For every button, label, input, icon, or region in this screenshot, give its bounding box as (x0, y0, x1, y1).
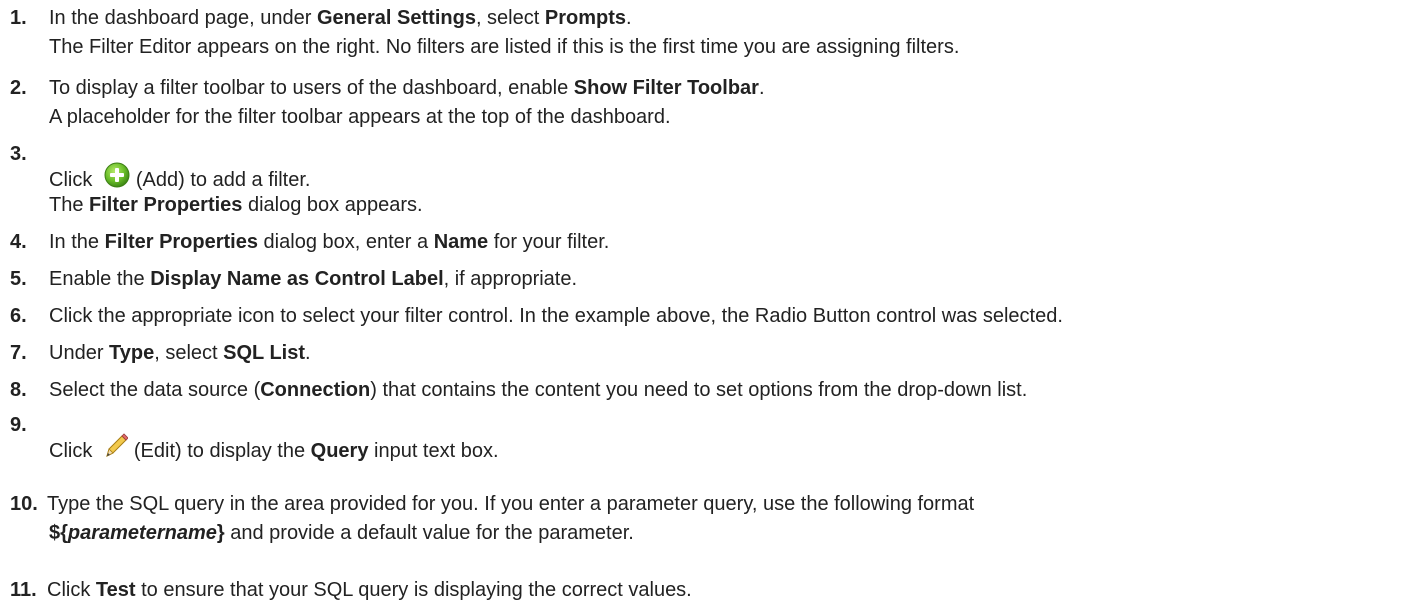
step-number: 8. (10, 379, 27, 401)
step-number: 3. (10, 143, 27, 165)
step-text: To display a filter toolbar to users of … (49, 77, 765, 99)
step-text: In the Filter Properties dialog box, ent… (49, 231, 610, 253)
step-number: 1. (10, 7, 27, 29)
step-number: 10. (10, 493, 38, 515)
pencil-icon (104, 433, 129, 468)
step-text: Click Test to ensure that your SQL query… (47, 579, 692, 601)
step-number: 2. (10, 77, 27, 99)
step-result: The Filter Properties dialog box appears… (49, 194, 423, 216)
step-number: 9. (10, 414, 27, 436)
step-result: The Filter Editor appears on the right. … (49, 36, 960, 58)
step-text: Type the SQL query in the area provided … (47, 493, 975, 515)
step-number: 11. (10, 579, 37, 601)
step-result: A placeholder for the filter toolbar app… (49, 106, 671, 128)
step-text: Select the data source (Connection) that… (49, 379, 1028, 401)
step-text: Click (Edit) to display the Query input … (49, 433, 499, 468)
step-number: 5. (10, 268, 27, 290)
step-text: In the dashboard page, under General Set… (49, 7, 632, 29)
step-number: 4. (10, 231, 27, 253)
step-code: ${parametername} and provide a default v… (49, 522, 634, 544)
step-text: Enable the Display Name as Control Label… (49, 268, 578, 290)
step-number: 7. (10, 342, 27, 364)
step-text: Click the appropriate icon to select you… (49, 305, 1063, 327)
step-number: 6. (10, 305, 27, 327)
step-text: Under Type, select SQL List. (49, 342, 311, 364)
